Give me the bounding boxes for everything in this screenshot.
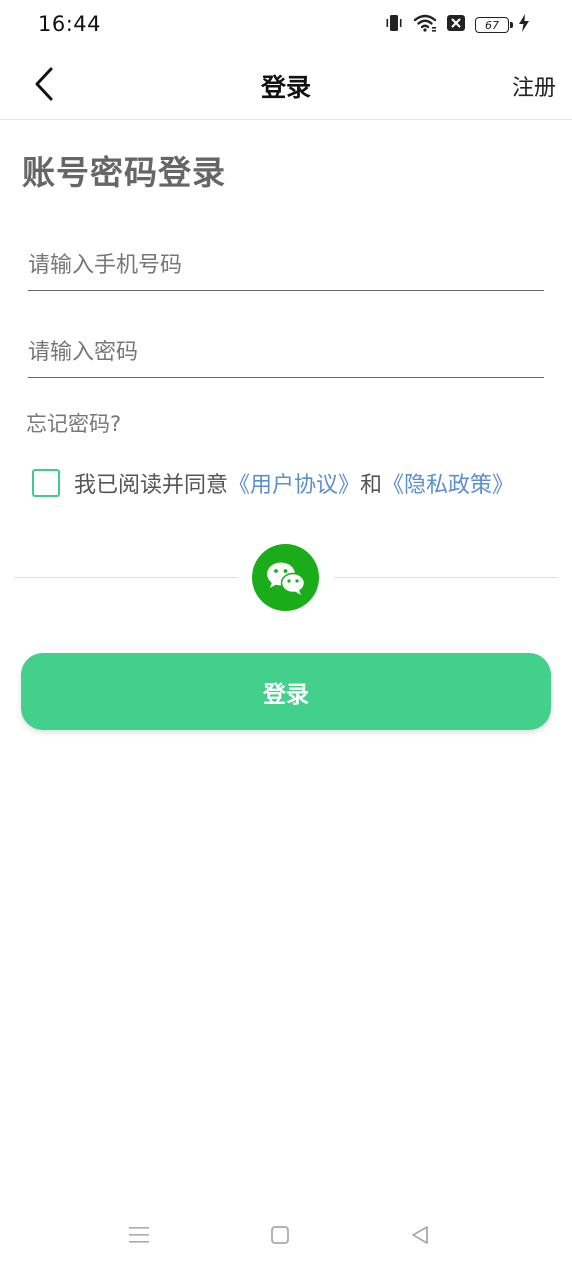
charging-icon — [518, 13, 530, 37]
phone-input[interactable] — [28, 240, 544, 290]
status-icons: 67 — [384, 14, 530, 36]
triangle-back-icon — [412, 1226, 428, 1244]
user-agreement-link[interactable]: 《用户协议》 — [228, 467, 360, 499]
agreement-prefix: 我已阅读并同意 — [74, 473, 229, 498]
login-screen: 16:44 67 登录 注册 账号密码登录 请输入手机号码 忘记密码? 我已阅读… — [0, 0, 572, 1280]
wifi-icon — [413, 13, 437, 37]
system-back-button[interactable] — [405, 1220, 435, 1250]
register-link[interactable]: 注册 — [512, 70, 556, 102]
divider-right — [334, 577, 558, 578]
sim-off-icon — [446, 14, 466, 36]
phone-field — [28, 240, 544, 291]
battery-level: 67 — [485, 18, 499, 32]
agreement-row: 我已阅读并同意 《用户协议》 和 《隐私政策》 — [32, 466, 514, 500]
menu-icon — [129, 1227, 149, 1243]
system-nav-bar — [0, 1190, 572, 1280]
privacy-policy-link[interactable]: 《隐私政策》 — [382, 467, 514, 499]
password-input[interactable] — [28, 327, 544, 377]
nav-bar: 登录 注册 — [0, 50, 572, 120]
home-button[interactable] — [265, 1220, 295, 1250]
section-title: 账号密码登录 — [22, 153, 226, 192]
password-field — [28, 327, 544, 378]
wechat-icon — [266, 562, 305, 595]
battery-icon: 67 — [475, 17, 513, 33]
square-icon — [271, 1226, 289, 1244]
status-bar: 16:44 67 — [0, 0, 572, 50]
forgot-password-link[interactable]: 忘记密码? — [26, 408, 121, 438]
agreement-and: 和 — [360, 473, 383, 498]
vibrate-icon — [384, 13, 404, 37]
divider-left — [14, 577, 238, 578]
status-time: 16:44 — [38, 12, 102, 36]
agreement-checkbox[interactable] — [32, 469, 60, 497]
login-button-label: 登录 — [263, 680, 309, 707]
login-button[interactable]: 登录 — [21, 653, 551, 730]
page-title: 登录 — [260, 73, 311, 102]
wechat-login-button[interactable] — [252, 544, 319, 611]
recent-apps-button[interactable] — [124, 1220, 154, 1250]
